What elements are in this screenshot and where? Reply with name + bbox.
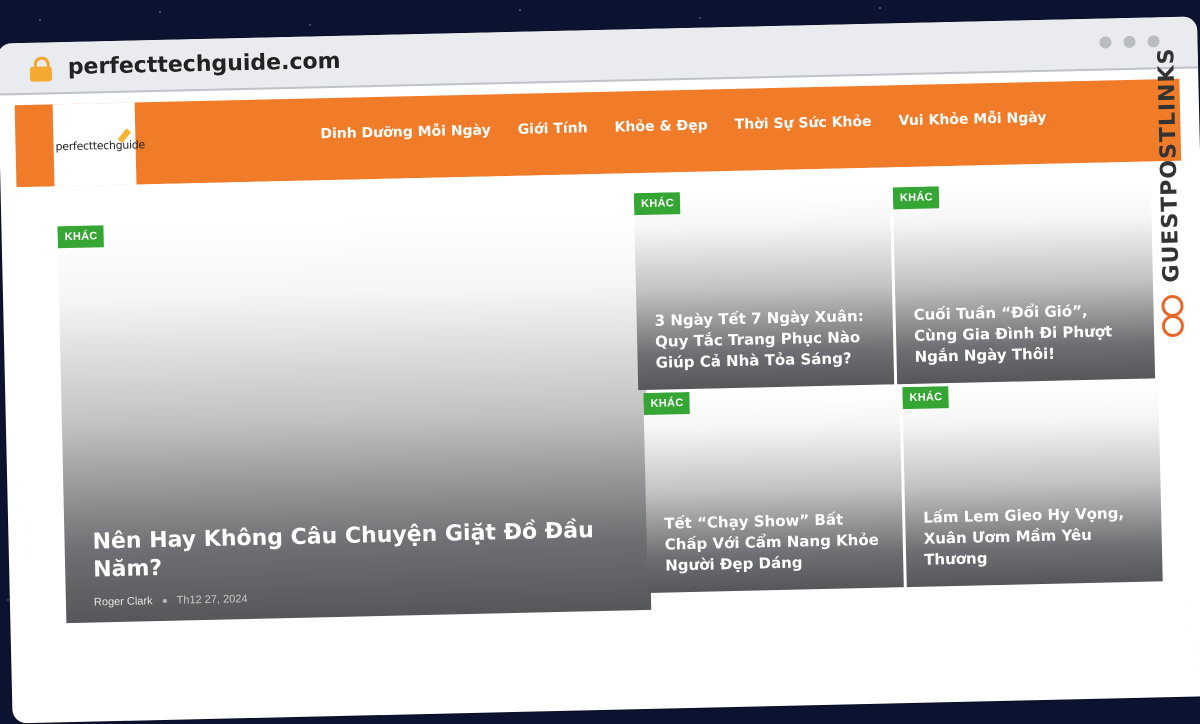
meta-separator (162, 598, 167, 603)
menu-item-thoi-su[interactable]: Thời Sự Sức Khỏe (735, 114, 872, 133)
screenshot-scene: perfecttechguide.com perfecttechguide Di… (0, 0, 1200, 724)
main-menu: Dinh Dưỡng Mỗi Ngày Giới Tính Khỏe & Đẹp… (320, 110, 1046, 142)
site-logo[interactable]: perfecttechguide (52, 102, 145, 187)
grid-post[interactable]: KHÁC Tết “Chạy Show” Bất Chấp Với Cẩm Na… (643, 387, 904, 593)
watermark-text: GUESTPOSTLINKS (1154, 47, 1185, 283)
page-content: perfecttechguide Dinh Dưỡng Mỗi Ngày Giớ… (14, 78, 1193, 708)
post-meta: Roger Clark Th12 27, 2024 (94, 593, 248, 608)
post-title[interactable]: Lấm Lem Gieo Hy Vọng, Xuân Ươm Mầm Yêu T… (923, 503, 1142, 571)
guestpostlinks-watermark: GUESTPOSTLINKS (1144, 45, 1199, 346)
menu-item-dinh-duong[interactable]: Dinh Dưỡng Mỗi Ngày (320, 122, 491, 142)
menu-item-gioi-tinh[interactable]: Giới Tính (518, 120, 588, 138)
lock-icon (29, 56, 53, 82)
link-icon (1161, 294, 1185, 339)
grid-post[interactable]: KHÁC 3 Ngày Tết 7 Ngày Xuân: Quy Tắc Tra… (633, 187, 895, 391)
window-dot-icon[interactable] (1123, 35, 1136, 49)
category-badge[interactable]: KHÁC (902, 386, 949, 410)
post-title[interactable]: Nên Hay Không Câu Chuyện Giặt Đồ Đầu Năm… (92, 516, 630, 584)
grid-post[interactable]: KHÁC Lấm Lem Gieo Hy Vọng, Xuân Ươm Mầm … (902, 381, 1163, 588)
menu-item-khoe-dep[interactable]: Khỏe & Đẹp (614, 118, 707, 136)
logo-text: perfecttechguide (55, 138, 146, 154)
category-badge[interactable]: KHÁC (633, 192, 681, 216)
post-title[interactable]: Tết “Chạy Show” Bất Chấp Với Cẩm Nang Kh… (664, 509, 883, 577)
category-badge[interactable]: KHÁC (643, 391, 690, 416)
post-title[interactable]: 3 Ngày Tết 7 Ngày Xuân: Quy Tắc Trang Ph… (654, 306, 873, 374)
window-dot-icon[interactable] (1099, 36, 1112, 49)
grid-post[interactable]: KHÁC Cuối Tuần “Đổi Gió”, Cùng Gia Đình … (892, 181, 1156, 385)
address-bar-url[interactable]: perfecttechguide.com (68, 49, 341, 80)
featured-post[interactable]: KHÁC Nên Hay Không Câu Chuyện Giặt Đồ Đầ… (57, 213, 652, 624)
post-date: Th12 27, 2024 (176, 593, 248, 607)
menu-item-vui-khoe[interactable]: Vui Khỏe Mỗi Ngày (898, 110, 1046, 129)
post-title[interactable]: Cuối Tuần “Đổi Gió”, Cùng Gia Đình Đi Ph… (913, 300, 1134, 368)
post-author[interactable]: Roger Clark (94, 595, 153, 608)
category-badge[interactable]: KHÁC (892, 186, 940, 210)
posts-area: KHÁC Nên Hay Không Câu Chuyện Giặt Đồ Đầ… (16, 160, 1193, 708)
category-badge[interactable]: KHÁC (57, 225, 104, 249)
browser-window: perfecttechguide.com perfecttechguide Di… (0, 16, 1200, 724)
